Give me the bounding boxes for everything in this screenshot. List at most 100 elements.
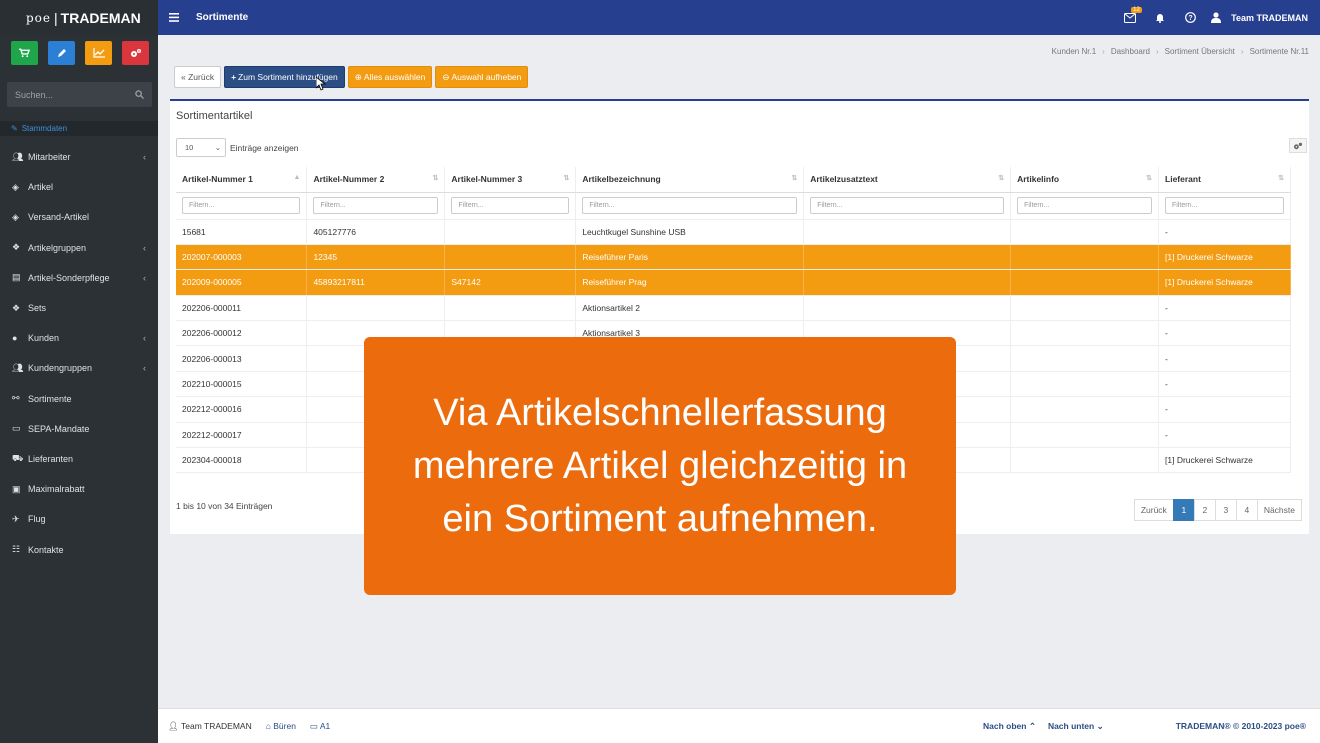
table-row[interactable]: 202007-000003 12345 Reiseführer Paris [1] D… (176, 244, 1291, 271)
table-cell (1010, 396, 1160, 423)
sidebar-item[interactable]: ● Kunden ‹ (0, 323, 158, 353)
column-header[interactable]: Lieferant ⇅ (1158, 167, 1291, 193)
column-header[interactable]: Artikelbezeichnung ⇅ (575, 167, 805, 193)
breadcrumb-item[interactable]: Sortiment Übersicht (1165, 47, 1235, 56)
table-cell: - (1158, 295, 1291, 322)
cubes-icon: ❖ (12, 302, 21, 313)
sidebar-item[interactable]: ☷ Kontakte (0, 534, 158, 564)
sidebar-item[interactable]: ◈ Versand-Artikel (0, 202, 158, 232)
table-cell: 202009-000005 (176, 269, 308, 296)
table-row[interactable]: 15681 405127776 Leuchtkugel Sunshine USB - (176, 219, 1291, 245)
table-row[interactable]: 202206-000011 Aktionsartikel 2 - (176, 295, 1291, 322)
sidebar-item[interactable]: ▤ Artikel-Sonderpflege ‹ (0, 263, 158, 293)
column-filter-input[interactable]: Filtern... (1165, 197, 1284, 214)
help-button[interactable]: ? (1175, 12, 1205, 23)
users-icon: 👥︎ (12, 151, 24, 162)
edit-button[interactable] (48, 41, 75, 65)
column-filter-input[interactable]: Filtern... (810, 197, 1005, 214)
sidebar-section-header: ✎ Stammdaten (0, 121, 158, 136)
column-header[interactable]: Artikel-Nummer 2 ⇅ (306, 167, 446, 193)
page-length-label: Einträge anzeigen (230, 142, 299, 153)
cube-icon: ◈ (12, 181, 19, 192)
chevron-down-icon: ⌄ (214, 143, 221, 152)
pagination-page-button[interactable]: 2 (1193, 499, 1216, 521)
column-header[interactable]: Artikel-Nummer 3 ⇅ (444, 167, 577, 193)
sidebar-item[interactable]: ⚯ Sortimente (0, 384, 158, 414)
table-cell: 202212-000016 (176, 396, 308, 423)
search-input[interactable]: Suchen... (15, 90, 53, 100)
column-filter-input[interactable]: Filtern... (182, 197, 301, 214)
pagination-page-button[interactable]: 1 (1172, 499, 1195, 521)
cubes-icon: ❖ (12, 242, 21, 253)
footer: 👤︎ Team TRADEMAN ⌂ Büren ▭ A1 Nach oben … (158, 708, 1320, 743)
user-menu[interactable]: Team TRADEMAN (1211, 12, 1308, 23)
chart-button[interactable] (85, 41, 112, 65)
sidebar-search[interactable]: Suchen... (7, 82, 152, 107)
sort-icon: ⇅ (1146, 175, 1153, 182)
caption-line: mehrere Artikel gleichzeitig in (412, 444, 908, 487)
logo[interactable]: poe | TRADEMAN (0, 0, 158, 36)
truck-icon: ⛟ (12, 452, 24, 463)
select-all-button[interactable]: ⊕ Alles auswählen (347, 66, 433, 88)
sidebar-item[interactable]: ▣ Maximalrabatt (0, 474, 158, 504)
search-icon (135, 90, 144, 99)
add-to-assortment-button[interactable]: + Zum Sortiment hinzufügen (224, 66, 345, 88)
sidebar-item[interactable]: 👥︎ Mitarbeiter ‹ (0, 142, 158, 172)
table-cell: 45893217811 (306, 269, 446, 296)
breadcrumb: Kunden Nr.1 › Dashboard › Sortiment Übersi… (1051, 47, 1309, 56)
sidebar-item-label: Lieferanten (28, 453, 74, 464)
sidebar-item-label: Sortimente (28, 393, 72, 404)
table-cell (803, 295, 1012, 322)
table-cell: 15681 (176, 219, 308, 245)
pagination-prev-button[interactable]: Zurück (1133, 499, 1174, 521)
sidebar-item[interactable]: ❖ Sets (0, 293, 158, 323)
sidebar-item[interactable]: ◈ Artikel (0, 172, 158, 202)
table-cell (444, 244, 577, 271)
page-length-select[interactable]: 10 ⌄ (176, 138, 226, 157)
sidebar-item-label: Artikel (28, 182, 54, 193)
deselect-button[interactable]: ⊖ Auswahl aufheben (435, 66, 529, 88)
column-filter-input[interactable]: Filtern... (1017, 197, 1153, 214)
column-filter-input[interactable]: Filtern... (313, 197, 439, 214)
card-title: Sortimentartikel (176, 110, 253, 122)
messages-button[interactable]: 12 (1115, 6, 1145, 23)
table-cell: 202206-000012 (176, 320, 308, 347)
scroll-top-link[interactable]: Nach oben ⌃ (983, 721, 1036, 732)
breadcrumb-item[interactable]: Kunden Nr.1 (1052, 47, 1096, 56)
column-filter-input[interactable]: Filtern... (582, 197, 798, 214)
gears-icon (1294, 142, 1302, 149)
pagination-page-button[interactable]: 4 (1235, 499, 1258, 521)
table-cell: - (1158, 396, 1291, 423)
scroll-bottom-link[interactable]: Nach unten ⌄ (1048, 721, 1104, 732)
column-settings-button[interactable] (1289, 138, 1307, 153)
topbar: Sortimente 12 ? Team TRADEMAN (158, 0, 1320, 35)
sidebar-nav: 👥︎ Mitarbeiter ‹ ◈ Artikel ◈ Versand-Artikel ❖ A… (0, 142, 158, 565)
sidebar-item[interactable]: ❖ Artikelgruppen ‹ (0, 233, 158, 263)
chevron-left-icon: ‹ (143, 242, 146, 253)
sidebar-item[interactable]: ⛟ Lieferanten (0, 444, 158, 474)
pagination-page-button[interactable]: 3 (1214, 499, 1237, 521)
sort-icon: ⇅ (432, 175, 439, 182)
sidebar-item-label: Maximalrabatt (28, 484, 85, 495)
table-cell (1010, 345, 1160, 372)
breadcrumb-item[interactable]: Dashboard (1111, 47, 1150, 56)
table-cell (1010, 295, 1160, 322)
hamburger-icon[interactable] (168, 13, 180, 22)
footer-workstation[interactable]: ▭ A1 (310, 721, 330, 732)
column-header[interactable]: Artikel-Nummer 1 ▲ (176, 167, 308, 193)
column-header[interactable]: Artikelinfo ⇅ (1010, 167, 1160, 193)
sidebar-item[interactable]: ✈ Flug (0, 504, 158, 534)
column-header[interactable]: Artikelzusatztext ⇅ (803, 167, 1012, 193)
back-button[interactable]: « Zurück (174, 66, 222, 88)
column-filter-input[interactable]: Filtern... (451, 197, 570, 214)
table-row[interactable]: 202009-000005 45893217811 S47142 Reiseführe… (176, 269, 1291, 296)
notifications-button[interactable] (1145, 12, 1175, 23)
footer-location[interactable]: ⌂ Büren (266, 721, 296, 731)
sidebar-item[interactable]: 👥︎ Kundengruppen ‹ (0, 353, 158, 383)
table-cell (306, 295, 446, 322)
sidebar-item[interactable]: ▭ SEPA-Mandate (0, 414, 158, 444)
cart-button[interactable] (11, 41, 38, 65)
pagination-next-button[interactable]: Nächste (1256, 499, 1302, 521)
settings-button[interactable] (122, 41, 149, 65)
quick-actions (0, 36, 158, 72)
